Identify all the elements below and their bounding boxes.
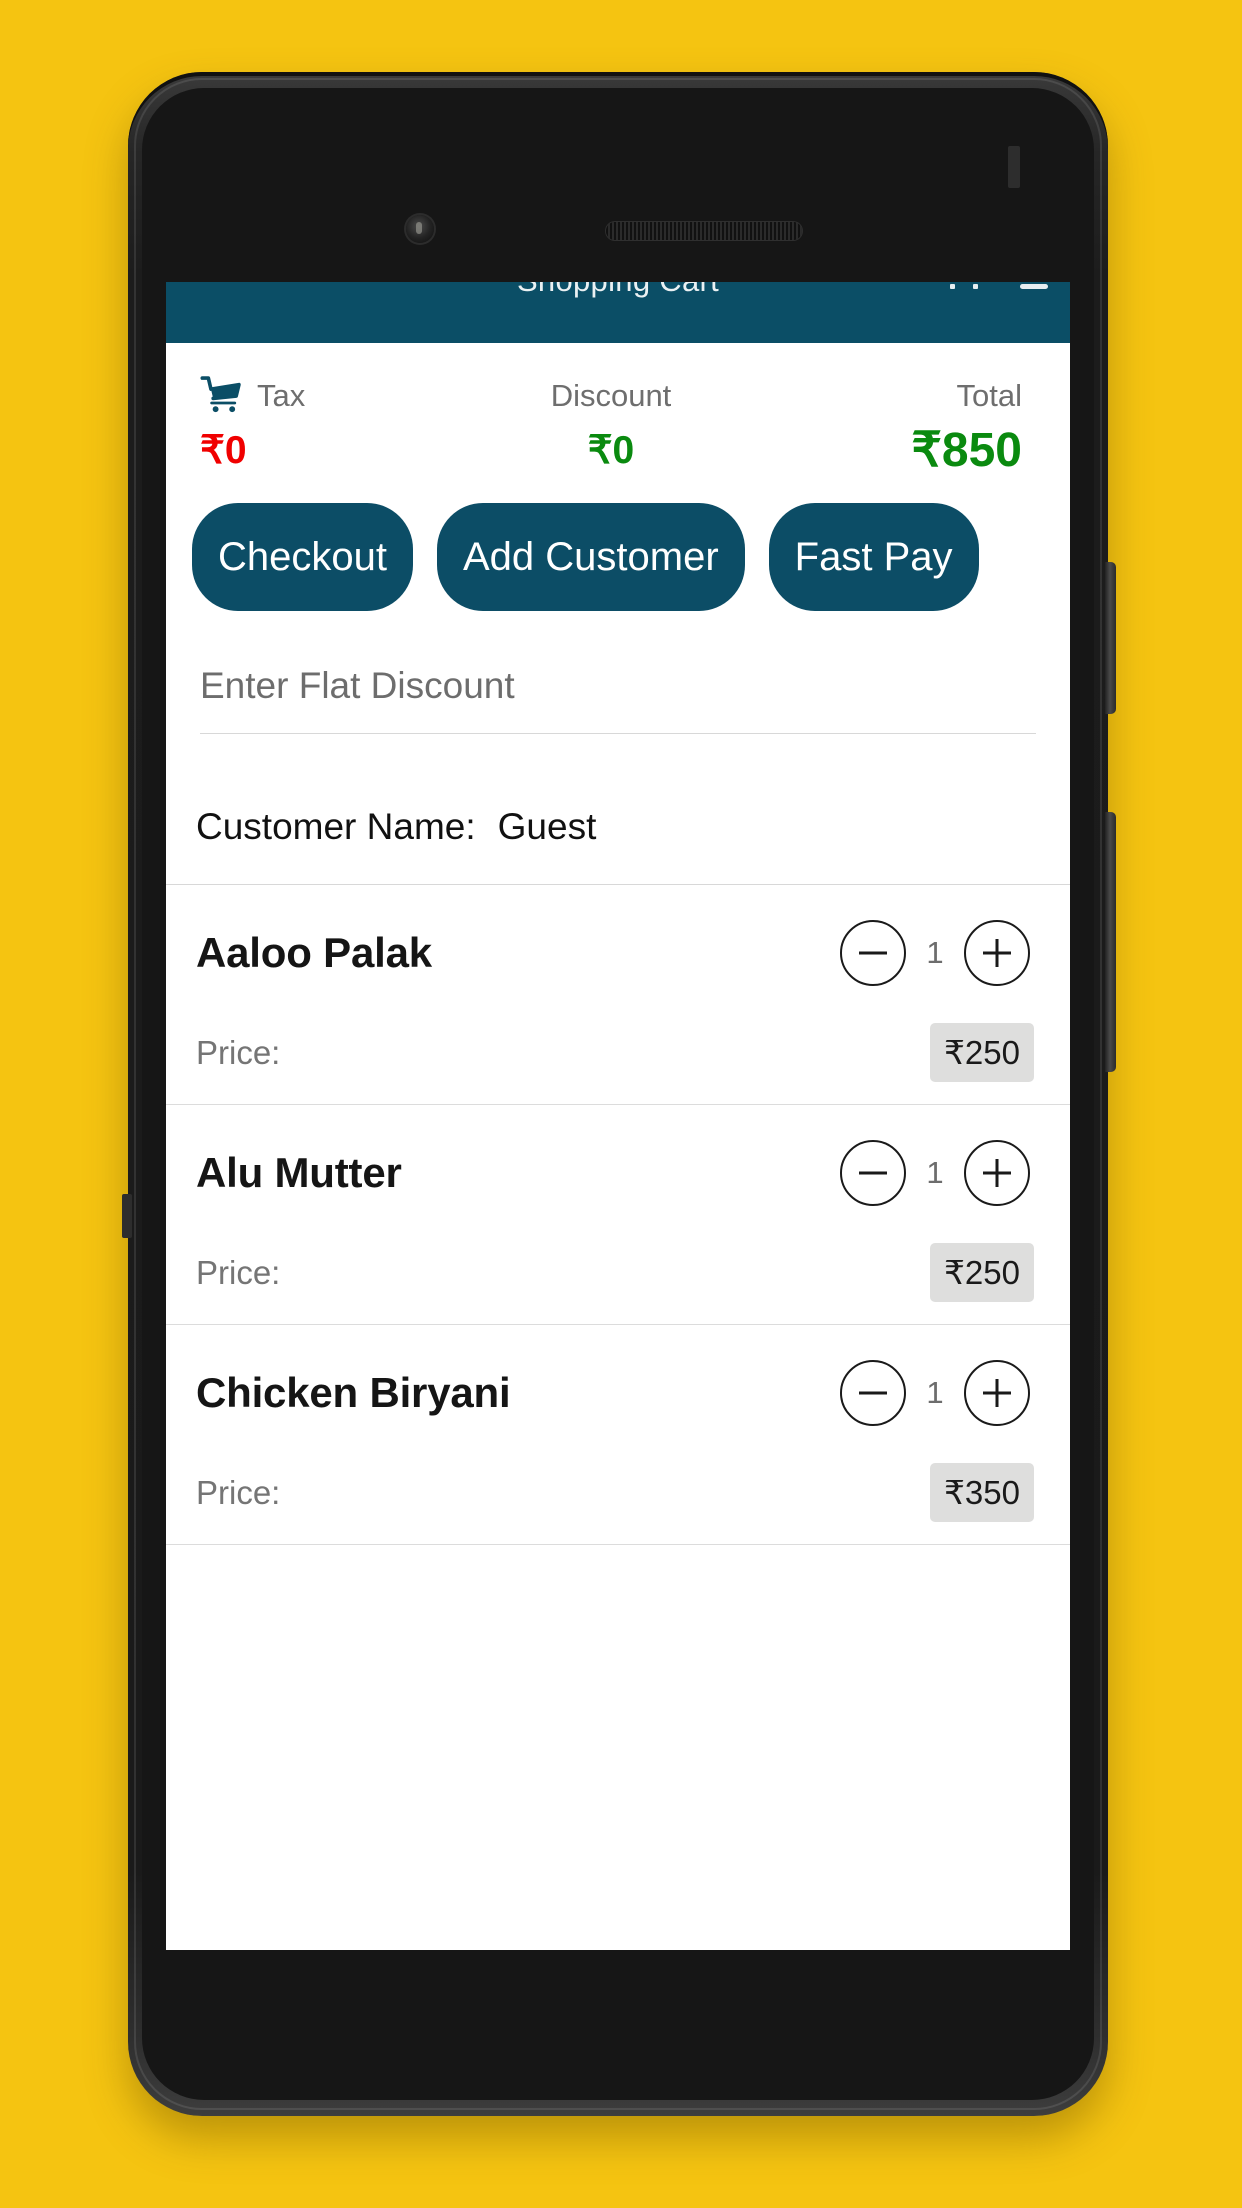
minus-circle-icon[interactable] [840, 1360, 906, 1426]
cart-item-row: Alu Mutter 1 Price: ₹250 [166, 1105, 1070, 1325]
price-label: Price: [196, 1473, 281, 1511]
cart-item-name: Aaloo Palak [196, 929, 432, 976]
app-viewport: Shopping Cart [166, 282, 1070, 1950]
cart-item-row: Chicken Biryani 1 Price: ₹350 [166, 1325, 1070, 1545]
phone-screen: Shopping Cart [166, 282, 1070, 1950]
cart-item-price-row: Price: ₹350 [196, 1439, 1040, 1528]
flat-discount-input[interactable] [200, 665, 1036, 729]
field-underline [200, 733, 1036, 734]
price-value: ₹250 [929, 1023, 1034, 1082]
cart-item-price-row: Price: ₹250 [196, 999, 1040, 1088]
cart-item-name: Chicken Biryani [196, 1369, 511, 1416]
plus-circle-icon[interactable] [964, 1140, 1030, 1206]
cart-item-header: Aaloo Palak 1 [196, 907, 1040, 999]
summary-label-total: Total [956, 377, 1022, 413]
antenna-band-left [122, 1194, 132, 1238]
customer-name-row[interactable]: Customer Name: Guest [166, 770, 1070, 885]
app-bar-title: Shopping Cart [166, 282, 1070, 299]
summary-label-discount: Discount [550, 377, 672, 413]
minus-circle-icon[interactable] [840, 1140, 906, 1206]
price-value: ₹250 [929, 1243, 1034, 1302]
summary-cell-total: Total ₹850 [748, 373, 1044, 475]
customer-name-value: Guest [497, 806, 597, 847]
add-customer-button[interactable]: Add Customer [436, 503, 745, 611]
quantity-value: 1 [926, 935, 944, 970]
phone-device-frame: Shopping Cart [122, 72, 1116, 2116]
quantity-stepper: 1 [840, 920, 1040, 986]
wifi-icon [973, 284, 978, 289]
summary-cell-discount: Discount ₹0 [474, 373, 748, 472]
flat-discount-field [166, 637, 1070, 770]
battery-icon [1020, 284, 1048, 289]
summary-value-total: ₹850 [911, 424, 1022, 477]
quantity-stepper: 1 [840, 1140, 1040, 1206]
shopping-cart-icon [200, 376, 244, 414]
price-label: Price: [196, 1033, 281, 1071]
summary-value-discount: ₹0 [587, 429, 635, 472]
cart-item-row: Aaloo Palak 1 Price: ₹250 [166, 885, 1070, 1105]
app-bar: Shopping Cart [166, 282, 1070, 343]
summary-discount-head: Discount [551, 373, 672, 417]
antenna-band [1008, 146, 1020, 188]
cart-item-name: Alu Mutter [196, 1149, 402, 1196]
summary-total-head: Total [957, 373, 1022, 417]
cart-item-header: Chicken Biryani 1 [196, 1347, 1040, 1439]
plus-circle-icon[interactable] [964, 1360, 1030, 1426]
price-value: ₹350 [929, 1463, 1034, 1522]
minus-circle-icon[interactable] [840, 920, 906, 986]
cart-item-price-row: Price: ₹250 [196, 1219, 1040, 1308]
checkout-button[interactable]: Checkout [192, 503, 413, 611]
signal-icon [950, 284, 955, 289]
front-camera-icon [406, 215, 434, 243]
order-summary-strip: Tax ₹0 Discount ₹0 Total ₹850 [166, 343, 1070, 487]
earpiece-speaker-icon [606, 222, 802, 240]
summary-tax-head: Tax [200, 373, 305, 417]
action-button-row: Checkout Add Customer Fast Pay [166, 487, 1070, 637]
cart-item-list: Aaloo Palak 1 Price: ₹250 Alu Mutter 1 P… [166, 885, 1070, 1661]
power-button[interactable] [1105, 562, 1116, 714]
summary-label-tax: Tax [257, 377, 306, 413]
summary-value-tax: ₹0 [200, 429, 247, 472]
plus-circle-icon[interactable] [964, 920, 1030, 986]
quantity-stepper: 1 [840, 1360, 1040, 1426]
customer-name-label: Customer Name: [196, 806, 476, 847]
fast-pay-button[interactable]: Fast Pay [768, 503, 979, 611]
cart-list-footer-space [166, 1545, 1070, 1661]
price-label: Price: [196, 1253, 281, 1291]
quantity-value: 1 [926, 1375, 944, 1410]
volume-button[interactable] [1105, 812, 1116, 1072]
quantity-value: 1 [926, 1155, 944, 1190]
summary-cell-tax: Tax ₹0 [192, 373, 474, 470]
cart-item-header: Alu Mutter 1 [196, 1127, 1040, 1219]
